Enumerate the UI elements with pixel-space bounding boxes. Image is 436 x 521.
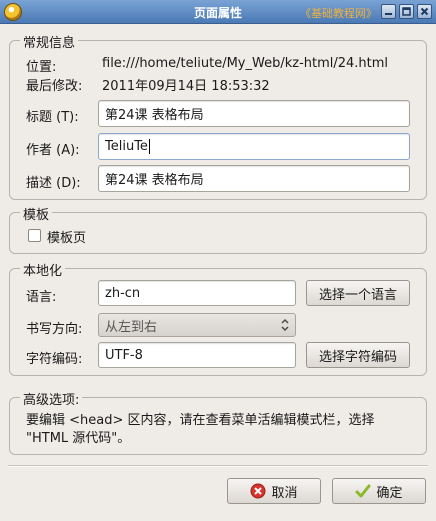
description-label: 描述 (D):: [26, 176, 81, 191]
advanced-section-label: 高级选项:: [20, 389, 83, 408]
ok-button-label: 确定: [376, 485, 403, 501]
charset-label: 字符编码:: [26, 352, 83, 367]
choose-language-label: 选择一个语言: [318, 287, 397, 303]
location-label: 位置:: [26, 60, 57, 75]
title-input-value: 第24课 表格布局: [105, 108, 204, 123]
maximize-button[interactable]: [399, 4, 414, 19]
choose-language-button[interactable]: 选择一个语言: [306, 280, 410, 306]
direction-select[interactable]: 从左到右: [98, 313, 296, 337]
direction-label: 书写方向:: [26, 322, 83, 337]
language-input[interactable]: zh-cn: [98, 280, 296, 306]
author-input[interactable]: TeliuTe: [98, 133, 410, 160]
general-section-label: 常规信息: [20, 32, 79, 51]
cancel-button[interactable]: 取消: [227, 478, 321, 504]
text-caret: [148, 139, 150, 154]
localization-section-label: 本地化: [20, 260, 66, 279]
author-input-value: TeliuTe: [105, 139, 148, 154]
advanced-description-line2: "HTML 源代码"。: [26, 431, 131, 446]
footer-separator: [8, 465, 428, 467]
charset-input[interactable]: UTF-8: [98, 342, 296, 368]
modified-value: 2011年09月14日 18:53:32: [102, 79, 270, 94]
template-checkbox-label[interactable]: 模板页: [47, 227, 86, 246]
cancel-button-label: 取消: [271, 485, 298, 501]
minimize-button[interactable]: [381, 4, 396, 19]
description-input-value: 第24课 表格布局: [105, 173, 204, 188]
minimize-icon: [385, 13, 392, 15]
maximize-icon: [402, 7, 411, 16]
template-checkbox[interactable]: [28, 229, 41, 242]
choose-charset-label: 选择字符编码: [318, 349, 397, 365]
choose-charset-button[interactable]: 选择字符编码: [306, 342, 410, 368]
charset-input-value: UTF-8: [105, 347, 143, 363]
direction-select-value: 从左到右: [105, 319, 158, 335]
title-bar[interactable]: 页面属性 《基础教程网》: [0, 0, 436, 24]
close-icon: [420, 7, 429, 16]
close-button[interactable]: [417, 4, 432, 19]
language-input-value: zh-cn: [105, 285, 141, 301]
checkmark-icon: [355, 484, 371, 498]
title-input[interactable]: 第24课 表格布局: [98, 100, 410, 127]
title-label: 标题 (T):: [26, 110, 79, 125]
watermark: 《基础教程网》: [300, 7, 377, 20]
author-label: 作者 (A):: [26, 143, 80, 158]
advanced-description-line1: 要编辑 <head> 区内容，请在查看菜单活编辑模式栏，选择: [26, 413, 375, 428]
description-input[interactable]: 第24课 表格布局: [98, 165, 410, 192]
cancel-icon: [250, 483, 266, 499]
language-label: 语言:: [26, 290, 57, 305]
template-section-label: 模板: [20, 204, 53, 223]
chevron-updown-icon: [281, 319, 289, 331]
ok-button[interactable]: 确定: [332, 478, 426, 504]
location-value: file:///home/teliute/My_Web/kz-html/24.h…: [102, 56, 389, 71]
modified-label: 最后修改:: [26, 79, 83, 94]
